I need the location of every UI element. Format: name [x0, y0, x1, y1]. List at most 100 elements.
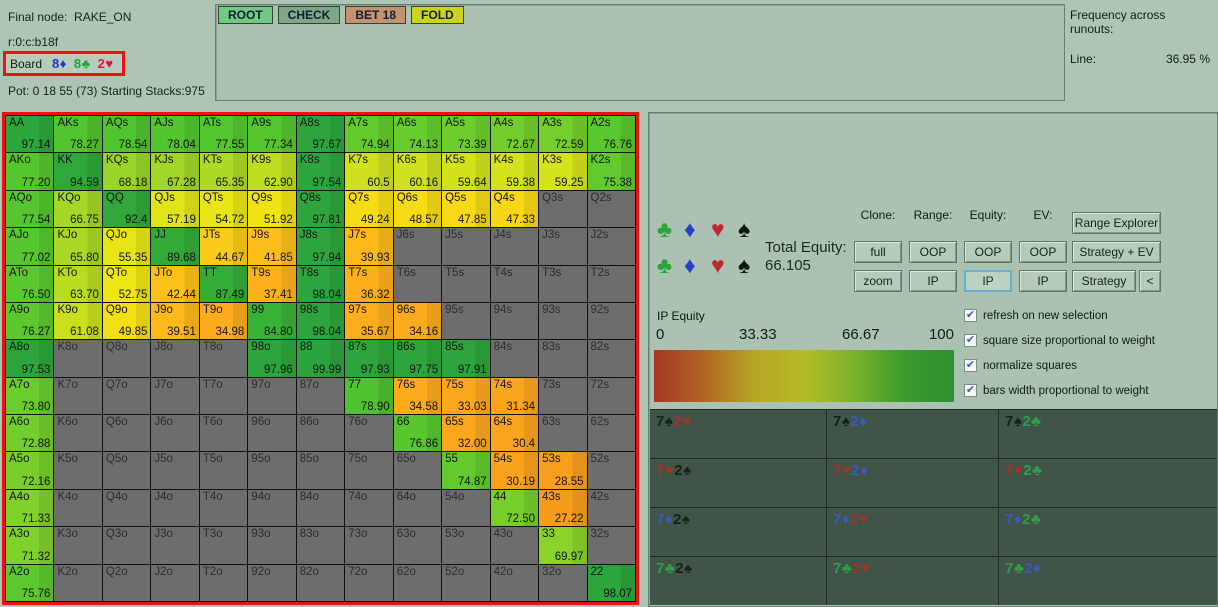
hand-cell-94s[interactable]: 94s [491, 303, 538, 339]
hand-cell-54o[interactable]: 54o [442, 490, 489, 526]
hand-cell-97o[interactable]: 97o [248, 378, 295, 414]
hand-cell-T6s[interactable]: T6s [394, 266, 441, 302]
hand-cell-J4s[interactable]: J4s [491, 228, 538, 264]
strategy-ev-button[interactable]: Strategy + EV [1072, 241, 1161, 263]
range-ip-button[interactable]: IP [909, 270, 957, 292]
hand-cell-ATs[interactable]: ATs77.55 [200, 116, 247, 152]
combo-cell-7d2h[interactable]: 7♦2♥ [827, 508, 998, 556]
hand-cell-K9s[interactable]: K9s62.90 [248, 153, 295, 189]
hand-cell-98s[interactable]: 98s98.04 [297, 303, 344, 339]
hand-cell-T3o[interactable]: T3o [200, 527, 247, 563]
diamond-suit-icon[interactable]: ♦ [684, 253, 711, 277]
hand-cell-82s[interactable]: 82s [588, 340, 635, 376]
hand-cell-KQo[interactable]: KQo66.75 [54, 191, 101, 227]
hand-cell-65s[interactable]: 65s32.00 [442, 415, 489, 451]
hand-cell-K6s[interactable]: K6s60.16 [394, 153, 441, 189]
hand-cell-43o[interactable]: 43o [491, 527, 538, 563]
combo-cell-7s2h[interactable]: 7♠2♥ [650, 410, 826, 458]
clone-zoom-button[interactable]: zoom [854, 270, 902, 292]
hand-cell-J3o[interactable]: J3o [151, 527, 198, 563]
hand-cell-AJs[interactable]: AJs78.04 [151, 116, 198, 152]
hand-cell-74s[interactable]: 74s31.34 [491, 378, 538, 414]
combo-cell-7s2d[interactable]: 7♠2♦ [827, 410, 998, 458]
hand-cell-Q6o[interactable]: Q6o [103, 415, 150, 451]
hand-cell-T2s[interactable]: T2s [588, 266, 635, 302]
hand-cell-KJo[interactable]: KJo65.80 [54, 228, 101, 264]
hand-cell-T6o[interactable]: T6o [200, 415, 247, 451]
hand-cell-66[interactable]: 6676.86 [394, 415, 441, 451]
hand-cell-T8o[interactable]: T8o [200, 340, 247, 376]
node-button-fold[interactable]: FOLD [411, 6, 464, 24]
spade-suit-icon[interactable]: ♠ [738, 217, 765, 241]
checkbox-icon[interactable]: ✔ [964, 334, 977, 347]
hand-cell-JJ[interactable]: JJ89.68 [151, 228, 198, 264]
combo-cell-7d2c[interactable]: 7♦2♣ [999, 508, 1217, 556]
hand-cell-J2s[interactable]: J2s [588, 228, 635, 264]
hand-cell-A4s[interactable]: A4s72.67 [491, 116, 538, 152]
hand-cell-76s[interactable]: 76s34.58 [394, 378, 441, 414]
hand-cell-A2s[interactable]: A2s76.76 [588, 116, 635, 152]
hand-cell-TT[interactable]: TT87.49 [200, 266, 247, 302]
hand-cell-J8o[interactable]: J8o [151, 340, 198, 376]
hand-cell-72o[interactable]: 72o [345, 565, 392, 601]
back-arrow-button[interactable]: < [1139, 270, 1161, 292]
checkbox-icon[interactable]: ✔ [964, 384, 977, 397]
hand-cell-54s[interactable]: 54s30.19 [491, 452, 538, 488]
hand-cell-J9s[interactable]: J9s41.85 [248, 228, 295, 264]
hand-cell-KTs[interactable]: KTs65.35 [200, 153, 247, 189]
hand-cell-A3o[interactable]: A3o71.32 [6, 527, 53, 563]
hand-cell-77[interactable]: 7778.90 [345, 378, 392, 414]
hand-cell-A2o[interactable]: A2o75.76 [6, 565, 53, 601]
hand-cell-A3s[interactable]: A3s72.59 [539, 116, 586, 152]
hand-cell-95o[interactable]: 95o [248, 452, 295, 488]
hand-cell-85s[interactable]: 85s97.91 [442, 340, 489, 376]
hand-cell-75o[interactable]: 75o [345, 452, 392, 488]
hand-cell-T9o[interactable]: T9o34.98 [200, 303, 247, 339]
combo-cell-7h2c[interactable]: 7♥2♣ [999, 459, 1217, 507]
hand-cell-AQo[interactable]: AQo77.54 [6, 191, 53, 227]
hand-cell-A6o[interactable]: A6o72.88 [6, 415, 53, 451]
hand-cell-T5o[interactable]: T5o [200, 452, 247, 488]
club-suit-icon[interactable]: ♣ [657, 253, 684, 277]
hand-cell-96s[interactable]: 96s34.16 [394, 303, 441, 339]
hand-cell-J4o[interactable]: J4o [151, 490, 198, 526]
hand-cell-83o[interactable]: 83o [297, 527, 344, 563]
hand-cell-KK[interactable]: KK94.59 [54, 153, 101, 189]
hand-cell-K3s[interactable]: K3s59.25 [539, 153, 586, 189]
hand-cell-K8s[interactable]: K8s97.54 [297, 153, 344, 189]
hand-cell-T2o[interactable]: T2o [200, 565, 247, 601]
hand-cell-53o[interactable]: 53o [442, 527, 489, 563]
hand-cell-T4s[interactable]: T4s [491, 266, 538, 302]
hand-cell-84s[interactable]: 84s [491, 340, 538, 376]
hand-cell-AKo[interactable]: AKo77.20 [6, 153, 53, 189]
hand-cell-K3o[interactable]: K3o [54, 527, 101, 563]
hand-cell-A6s[interactable]: A6s74.13 [394, 116, 441, 152]
hand-cell-A9s[interactable]: A9s77.34 [248, 116, 295, 152]
hand-cell-A5o[interactable]: A5o72.16 [6, 452, 53, 488]
combo-cell-7s2c[interactable]: 7♠2♣ [999, 410, 1217, 458]
hand-cell-A8o[interactable]: A8o97.53 [6, 340, 53, 376]
hand-cell-AA[interactable]: AA97.14 [6, 116, 53, 152]
checkbox-icon[interactable]: ✔ [964, 309, 977, 322]
combo-cell-7h2s[interactable]: 7♥2♠ [650, 459, 826, 507]
hand-cell-AKs[interactable]: AKs78.27 [54, 116, 101, 152]
hand-cell-62s[interactable]: 62s [588, 415, 635, 451]
hand-cell-J7o[interactable]: J7o [151, 378, 198, 414]
club-suit-icon[interactable]: ♣ [657, 217, 684, 241]
hand-cell-33[interactable]: 3369.97 [539, 527, 586, 563]
hand-cell-J7s[interactable]: J7s39.93 [345, 228, 392, 264]
hand-cell-55[interactable]: 5574.87 [442, 452, 489, 488]
hand-cell-93o[interactable]: 93o [248, 527, 295, 563]
hand-cell-Q5s[interactable]: Q5s47.85 [442, 191, 489, 227]
hand-cell-T9s[interactable]: T9s37.41 [248, 266, 295, 302]
hand-cell-84o[interactable]: 84o [297, 490, 344, 526]
hand-cell-KQs[interactable]: KQs68.18 [103, 153, 150, 189]
hand-cell-K4o[interactable]: K4o [54, 490, 101, 526]
hand-cell-JTo[interactable]: JTo42.44 [151, 266, 198, 302]
hand-cell-Q8s[interactable]: Q8s97.81 [297, 191, 344, 227]
hand-cell-64s[interactable]: 64s30.4 [491, 415, 538, 451]
hand-cell-Q2s[interactable]: Q2s [588, 191, 635, 227]
hand-cell-J6o[interactable]: J6o [151, 415, 198, 451]
hand-cell-32s[interactable]: 32s [588, 527, 635, 563]
hand-cell-AJo[interactable]: AJo77.02 [6, 228, 53, 264]
